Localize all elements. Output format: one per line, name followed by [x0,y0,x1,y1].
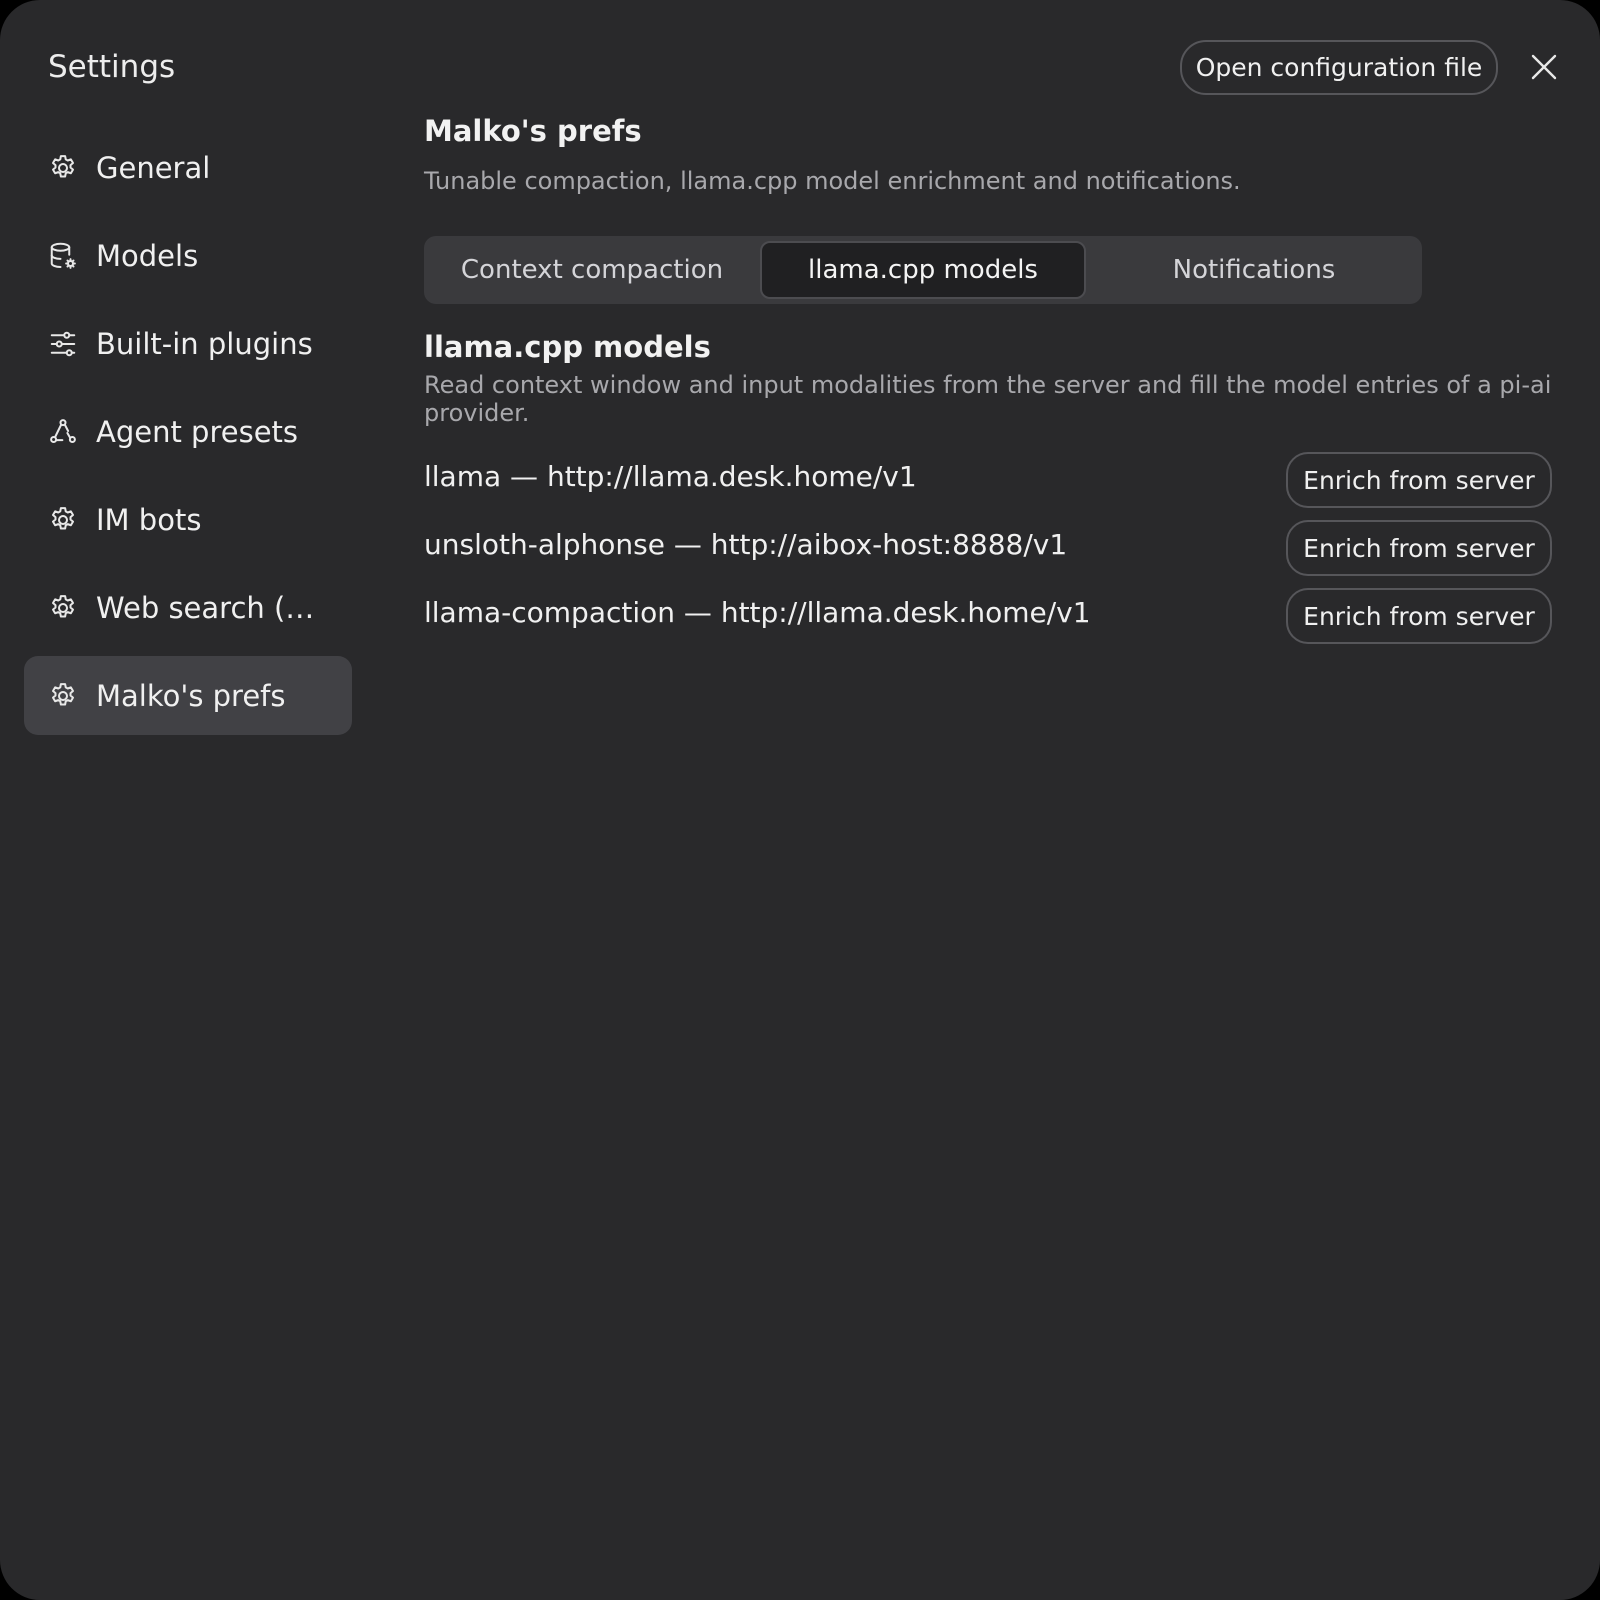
gear-icon [48,681,78,711]
sidebar: General Models Built-in plugins Agent pr… [24,128,352,744]
page-title: Malko's prefs [424,114,642,148]
sidebar-item-label: IM bots [96,502,202,537]
sidebar-item-malkos-prefs[interactable]: Malko's prefs [24,656,352,735]
sidebar-item-label: General [96,150,211,185]
tab-bar: Context compaction llama.cpp models Noti… [424,236,1422,304]
sidebar-item-agent-presets[interactable]: Agent presets [24,392,352,471]
sliders-icon [48,329,78,359]
model-entry-label: unsloth-alphonse — http://aibox-host:888… [424,528,1068,561]
sidebar-item-im-bots[interactable]: IM bots [24,480,352,559]
tab-context-compaction[interactable]: Context compaction [429,241,755,299]
section-title: llama.cpp models [424,330,711,364]
sidebar-item-label: Models [96,238,199,273]
model-entry-label: llama-compaction — http://llama.desk.hom… [424,596,1091,629]
page-description: Tunable compaction, llama.cpp model enri… [424,167,1241,195]
gear-icon [48,505,78,535]
sidebar-item-label: Web search (… [96,590,315,625]
list-item: llama — http://llama.desk.home/v1 Enrich… [424,452,1552,508]
list-item: unsloth-alphonse — http://aibox-host:888… [424,520,1552,576]
gear-icon [48,153,78,183]
nodes-icon [48,417,78,447]
database-gear-icon [48,241,78,271]
model-entry-label: llama — http://llama.desk.home/v1 [424,460,917,493]
close-icon[interactable] [1527,50,1561,84]
sidebar-item-label: Built-in plugins [96,326,313,361]
settings-title: Settings [48,49,176,85]
list-item: llama-compaction — http://llama.desk.hom… [424,588,1552,644]
settings-window: Settings Open configuration file General [0,0,1600,1600]
section-description: Read context window and input modalities… [424,371,1552,427]
sidebar-item-general[interactable]: General [24,128,352,207]
enrich-from-server-button[interactable]: Enrich from server [1286,588,1552,644]
enrich-from-server-button[interactable]: Enrich from server [1286,520,1552,576]
enrich-from-server-button[interactable]: Enrich from server [1286,452,1552,508]
tab-notifications[interactable]: Notifications [1091,241,1417,299]
open-config-file-button[interactable]: Open configuration file [1180,40,1498,95]
sidebar-item-built-in-plugins[interactable]: Built-in plugins [24,304,352,383]
sidebar-item-models[interactable]: Models [24,216,352,295]
tab-llama-cpp-models[interactable]: llama.cpp models [760,241,1086,299]
sidebar-item-web-search[interactable]: Web search (… [24,568,352,647]
sidebar-item-label: Agent presets [96,414,299,449]
gear-icon [48,593,78,623]
sidebar-item-label: Malko's prefs [96,678,286,713]
